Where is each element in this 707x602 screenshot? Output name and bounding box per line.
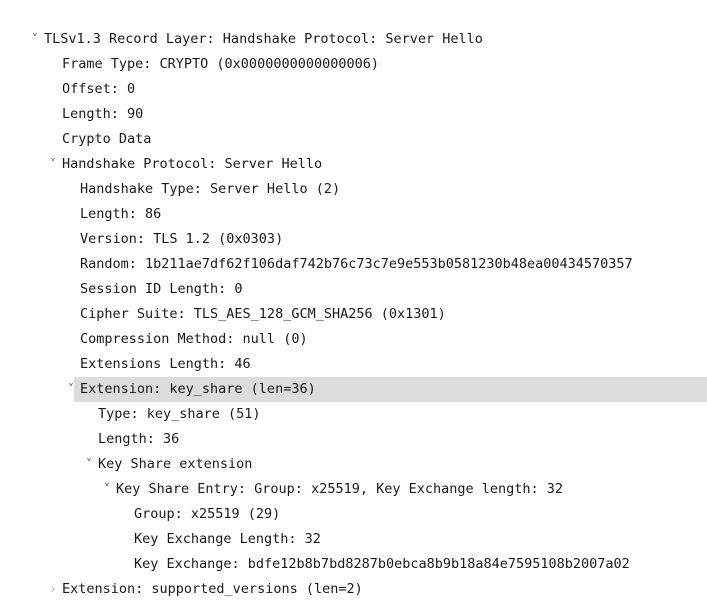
tree-row-label: Extension: key_share (len=36) (80, 381, 316, 397)
tree-row-handshake-protocol[interactable]: ˅ Handshake Protocol: Server Hello (0, 152, 707, 177)
tree-row-label: Key Exchange Length: 32 (134, 531, 321, 547)
tree-row-extension-supported-versions[interactable]: › Extension: supported_versions (len=2) (0, 577, 707, 602)
tree-row-label: Length: 90 (62, 106, 144, 122)
tree-row-label: Key Share Entry: Group: x25519, Key Exch… (116, 481, 564, 497)
tree-row-extension-key-share[interactable]: ˅ Extension: key_share (len=36) (0, 377, 707, 402)
tree-row-label: Type: key_share (51) (98, 406, 261, 422)
tree-row-random[interactable]: Random: 1b211ae7df62f106daf742b76c73c7e9… (0, 252, 707, 277)
chevron-down-icon[interactable]: ˅ (82, 452, 96, 477)
tree-row-frame-type[interactable]: Frame Type: CRYPTO (0x0000000000000006) (0, 52, 707, 77)
tree-row-tls-record-layer[interactable]: ˅ TLSv1.3 Record Layer: Handshake Protoco… (0, 27, 707, 52)
tree-row-label: Extension: supported_versions (len=2) (62, 581, 363, 597)
tree-row-label: Version: TLS 1.2 (0x0303) (80, 231, 284, 247)
tree-row-label: Group: x25519 (29) (134, 506, 281, 522)
packet-detail-tree[interactable]: ˅ TLSv1.3 Record Layer: Handshake Protoco… (0, 0, 707, 597)
chevron-down-icon[interactable]: ˅ (46, 152, 60, 177)
tree-row-label: Crypto Data (62, 131, 152, 147)
tree-row-label: Offset: 0 (62, 81, 136, 97)
tree-row-key-share-entry[interactable]: ˅ Key Share Entry: Group: x25519, Key Exc… (0, 477, 707, 502)
tree-row-offset[interactable]: Offset: 0 (0, 77, 707, 102)
tree-row-label: Length: 86 (80, 206, 162, 222)
tree-row-handshake-type[interactable]: Handshake Type: Server Hello (2) (0, 177, 707, 202)
tree-row-cipher-suite[interactable]: Cipher Suite: TLS_AES_128_GCM_SHA256 (0x… (0, 302, 707, 327)
tree-row-handshake-length[interactable]: Length: 86 (0, 202, 707, 227)
tree-row-crypto-data[interactable]: Crypto Data (0, 127, 707, 152)
tree-row-label: Extensions Length: 46 (80, 356, 251, 372)
tree-row-label: Compression Method: null (0) (80, 331, 308, 347)
tree-row-extensions-length[interactable]: Extensions Length: 46 (0, 352, 707, 377)
tree-row-type-key-share[interactable]: Type: key_share (51) (0, 402, 707, 427)
chevron-down-icon[interactable]: ˅ (100, 477, 114, 502)
tree-row-session-id-length[interactable]: Session ID Length: 0 (0, 277, 707, 302)
chevron-down-icon[interactable]: ˅ (64, 377, 78, 402)
tree-row-key-exchange-length[interactable]: Key Exchange Length: 32 (0, 527, 707, 552)
tree-row-compression-method[interactable]: Compression Method: null (0) (0, 327, 707, 352)
chevron-right-icon[interactable]: › (46, 577, 60, 602)
tree-row-label: Handshake Protocol: Server Hello (62, 156, 323, 172)
tree-row-key-share-extension[interactable]: ˅ Key Share extension (0, 452, 707, 477)
tree-row-key-exchange[interactable]: Key Exchange: bdfe12b8b7bd8287b0ebca8b9b… (0, 552, 707, 577)
tree-row-label: Handshake Type: Server Hello (2) (80, 181, 341, 197)
tree-row-version[interactable]: Version: TLS 1.2 (0x0303) (0, 227, 707, 252)
tree-row-label: Length: 36 (98, 431, 180, 447)
tree-row-label: Session ID Length: 0 (80, 281, 243, 297)
tree-row-label: Cipher Suite: TLS_AES_128_GCM_SHA256 (0x… (80, 306, 446, 322)
tree-row-group[interactable]: Group: x25519 (29) (0, 502, 707, 527)
tree-row-label: Frame Type: CRYPTO (0x0000000000000006) (62, 56, 379, 72)
tree-row-label: TLSv1.3 Record Layer: Handshake Protocol… (44, 31, 483, 47)
chevron-down-icon[interactable]: ˅ (28, 27, 42, 52)
tree-row-label: Key Exchange: bdfe12b8b7bd8287b0ebca8b9b… (134, 556, 630, 572)
tree-row-label: Key Share extension (98, 456, 253, 472)
tree-row-length[interactable]: Length: 90 (0, 102, 707, 127)
tree-row-label: Random: 1b211ae7df62f106daf742b76c73c7e9… (80, 256, 633, 272)
tree-row-extension-length[interactable]: Length: 36 (0, 427, 707, 452)
